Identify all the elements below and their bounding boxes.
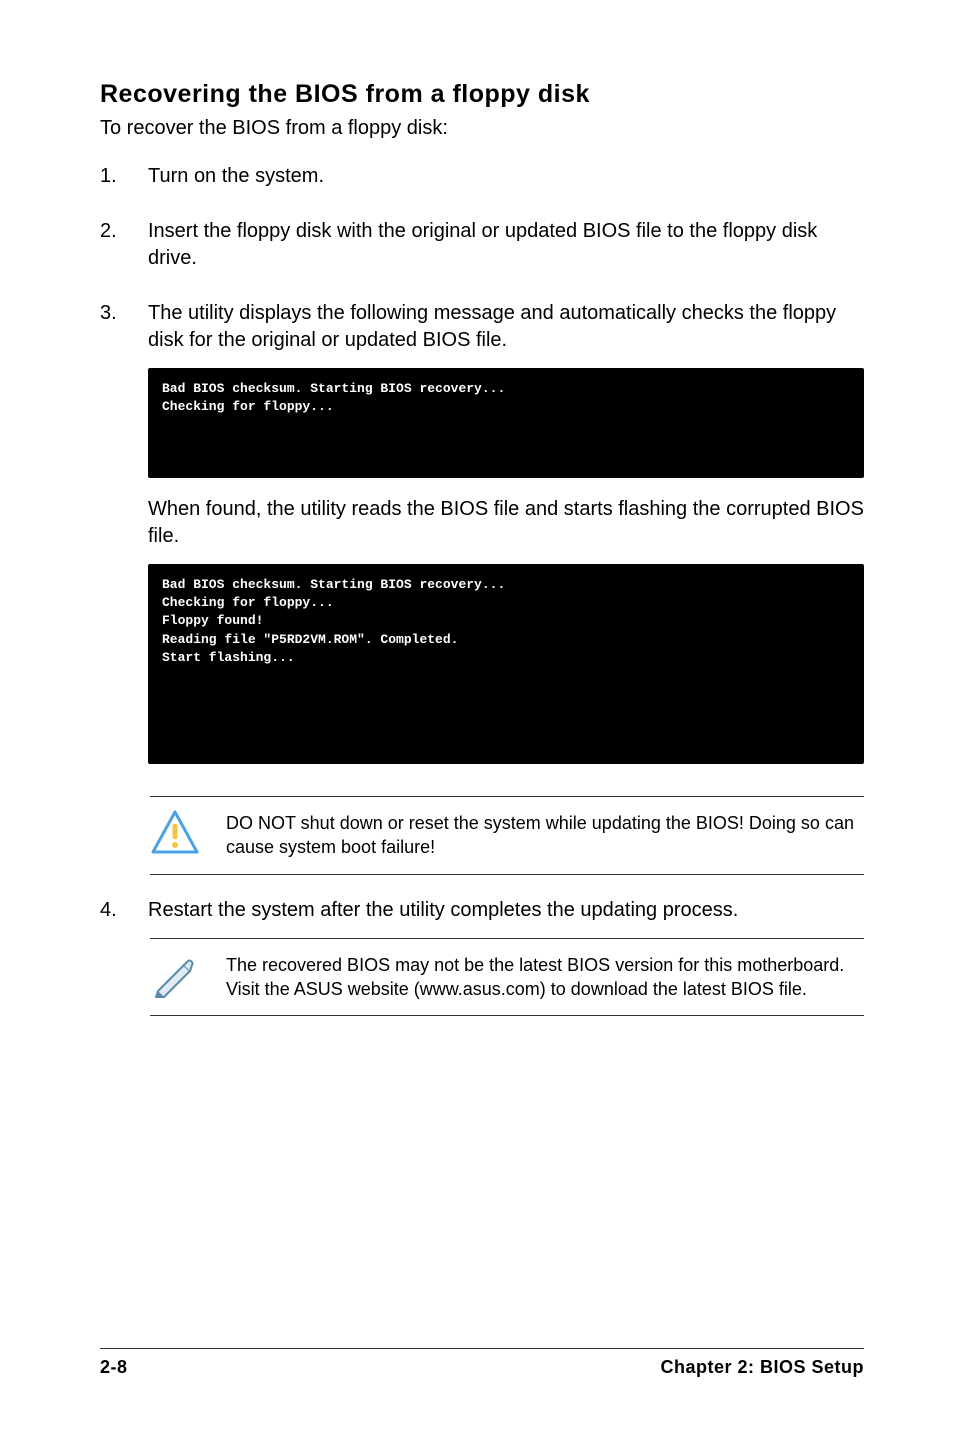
steps-list: 1. Turn on the system. 2. Insert the flo… [100,163,864,782]
step-number: 3. [100,300,122,782]
terminal-output-1: Bad BIOS checksum. Starting BIOS recover… [148,368,864,478]
terminal-output-2: Bad BIOS checksum. Starting BIOS recover… [148,564,864,764]
footer-divider [100,1348,864,1349]
section-title: Recovering the BIOS from a floppy disk [100,80,864,109]
step-body: Insert the floppy disk with the original… [148,218,864,286]
step-body: Turn on the system. [148,163,864,204]
chapter-label: Chapter 2: BIOS Setup [660,1357,864,1378]
page-footer: 2-8 Chapter 2: BIOS Setup [100,1348,864,1378]
step-number: 2. [100,218,122,286]
warning-icon [150,809,200,857]
step-aftertext: When found, the utility reads the BIOS f… [148,496,864,550]
step-3: 3. The utility displays the following me… [100,300,864,782]
warning-callout: DO NOT shut down or reset the system whi… [150,796,864,875]
page-number: 2-8 [100,1357,128,1378]
note-callout: The recovered BIOS may not be the latest… [150,938,864,1017]
step-text: Restart the system after the utility com… [148,899,738,921]
step-text: The utility displays the following messa… [148,300,864,354]
step-4: 4. Restart the system after the utility … [100,897,864,924]
footer-row: 2-8 Chapter 2: BIOS Setup [100,1357,864,1378]
step-text: Insert the floppy disk with the original… [148,218,864,272]
pencil-icon [150,951,200,999]
step-1: 1. Turn on the system. [100,163,864,204]
step-body: Restart the system after the utility com… [148,897,864,924]
divider [150,874,864,875]
step-2: 2. Insert the floppy disk with the origi… [100,218,864,286]
warning-text: DO NOT shut down or reset the system whi… [226,809,864,860]
step-body: The utility displays the following messa… [148,300,864,782]
intro-text: To recover the BIOS from a floppy disk: [100,115,864,141]
note-text: The recovered BIOS may not be the latest… [226,951,864,1002]
callout-row: DO NOT shut down or reset the system whi… [150,797,864,874]
step-number: 4. [100,897,122,924]
divider [150,1015,864,1016]
step-number: 1. [100,163,122,204]
step-text: Turn on the system. [148,163,864,190]
page: Recovering the BIOS from a floppy disk T… [0,0,954,1438]
callout-row: The recovered BIOS may not be the latest… [150,939,864,1016]
